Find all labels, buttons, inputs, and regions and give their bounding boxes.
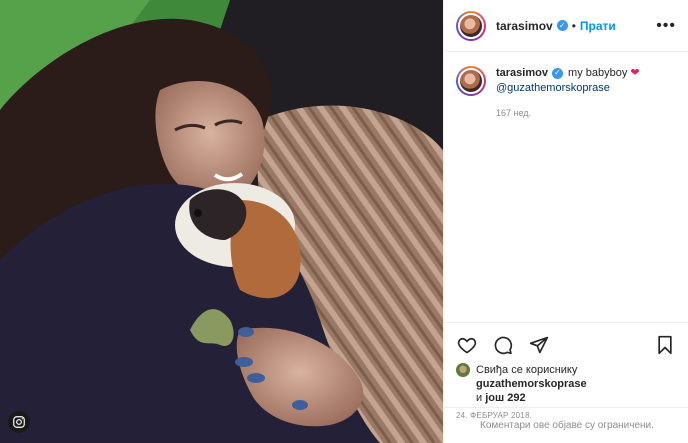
post-actions-area: Свиђа се кориснику guzathemorskoprase и … xyxy=(444,322,688,420)
more-options-button[interactable]: ••• xyxy=(656,17,676,34)
author-username[interactable]: tarasimov xyxy=(496,19,553,33)
share-icon[interactable] xyxy=(528,334,550,356)
follow-button[interactable]: Прати xyxy=(580,19,616,33)
heart-icon[interactable] xyxy=(456,334,478,356)
instagram-post: tarasimov ✓ • Прати ••• tarasimov ✓ my ba… xyxy=(0,0,688,443)
post-photo[interactable] xyxy=(0,0,443,443)
likes-count-link[interactable]: још 292 xyxy=(485,392,525,404)
bookmark-icon[interactable] xyxy=(654,334,676,356)
verified-icon: ✓ xyxy=(556,20,568,31)
verified-icon: ✓ xyxy=(551,67,563,79)
liker-username[interactable]: guzathemorskoprase xyxy=(476,378,587,390)
comments-limited-notice: Коментари ове објаве су ограничени. xyxy=(444,407,688,443)
heart-emoji: ❤ xyxy=(630,67,640,79)
liker-avatar[interactable] xyxy=(456,363,470,377)
likes-middle: и xyxy=(476,392,483,404)
post-header: tarasimov ✓ • Прати ••• xyxy=(444,0,688,52)
caption-mention-link[interactable]: @guzathemorskoprase xyxy=(496,81,640,96)
caption-avatar[interactable] xyxy=(456,66,486,96)
instagram-icon[interactable] xyxy=(8,411,30,433)
caption-username[interactable]: tarasimov xyxy=(496,67,548,79)
post-caption: tarasimov ✓ my babyboy ❤ @guzathemorskopr… xyxy=(444,52,688,121)
comment-icon[interactable] xyxy=(492,334,514,356)
likes-prefix: Свиђа се кориснику xyxy=(476,364,578,376)
action-bar xyxy=(444,323,688,359)
header-separator: • xyxy=(571,18,576,33)
likes-summary: Свиђа се кориснику guzathemorskoprase и … xyxy=(444,359,688,405)
author-avatar[interactable] xyxy=(456,10,486,41)
caption-timestamp[interactable]: 167 нед. xyxy=(496,106,640,121)
post-sidebar: tarasimov ✓ • Прати ••• tarasimov ✓ my ba… xyxy=(443,0,688,443)
caption-text: my babyboy xyxy=(568,67,628,79)
